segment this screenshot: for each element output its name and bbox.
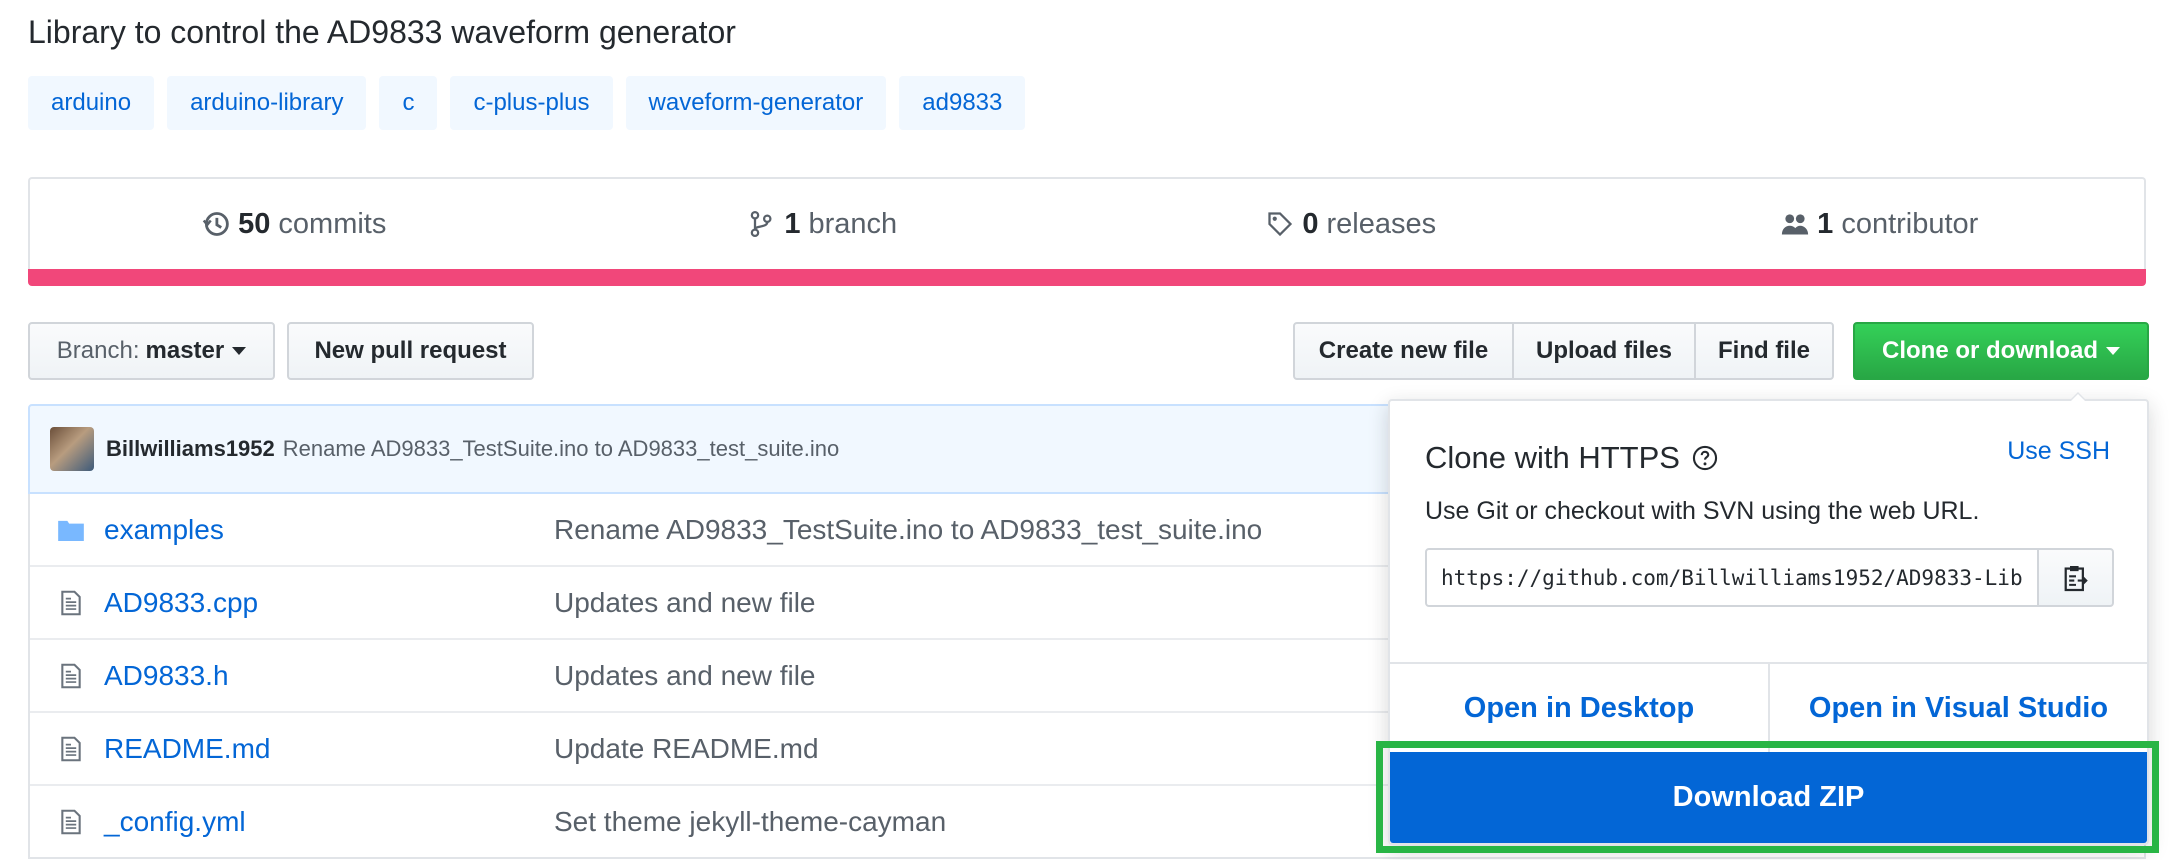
file-icon (50, 809, 92, 835)
clone-help-text: Use Git or checkout with SVN using the w… (1425, 497, 1980, 525)
commit-message[interactable]: Rename AD9833_TestSuite.ino to AD9833_te… (283, 436, 840, 462)
open-in-visual-studio-button[interactable]: Open in Visual Studio (1770, 664, 2147, 752)
topic-tag[interactable]: waveform-generator (625, 76, 887, 130)
topic-tag[interactable]: arduino-library (167, 76, 367, 130)
contributors-count: 1 (1817, 207, 1834, 240)
repo-description: Library to control the AD9833 waveform g… (28, 14, 736, 50)
clone-or-download-label: Clone or download (1882, 337, 2098, 364)
copy-to-clipboard-button[interactable] (2037, 548, 2114, 607)
clone-url-group (1425, 548, 2114, 607)
file-name-link[interactable]: _config.yml (104, 806, 554, 838)
contributors-label: contributor (1841, 207, 1979, 240)
commit-message-link[interactable]: Set theme jekyll-theme-cayman (554, 806, 946, 838)
topic-tag[interactable]: c (379, 76, 438, 130)
tag-icon (1268, 212, 1293, 237)
topic-tag[interactable]: ad9833 (899, 76, 1026, 130)
avatar[interactable] (50, 427, 94, 471)
commits-label: commits (278, 207, 387, 240)
file-icon (50, 663, 92, 689)
caret-down-icon (232, 347, 247, 355)
file-name-link[interactable]: README.md (104, 733, 554, 765)
people-icon (1782, 214, 1809, 235)
folder-icon (50, 519, 92, 541)
topic-tag[interactable]: c-plus-plus (450, 76, 613, 130)
commits-link[interactable]: 50 commits (30, 179, 559, 269)
language-bar[interactable] (28, 269, 2146, 286)
branches-count: 1 (784, 207, 801, 240)
branches-label: branch (808, 207, 898, 240)
clone-url-input[interactable] (1425, 548, 2039, 607)
new-pull-request-button[interactable]: New pull request (287, 322, 534, 380)
branch-prefix: Branch: (56, 337, 140, 364)
branch-name: master (145, 337, 225, 364)
file-name-link[interactable]: AD9833.h (104, 660, 554, 692)
topic-list: arduino arduino-library c c-plus-plus wa… (28, 76, 1026, 130)
clone-or-download-button[interactable]: Clone or download (1853, 322, 2149, 380)
clone-title: Clone with HTTPS (1425, 440, 1718, 476)
branches-link[interactable]: 1 branch (559, 179, 1088, 269)
topic-tag[interactable]: arduino (28, 76, 155, 130)
numbers-summary: 50 commits 1 branch 0 releases 1 contrib… (28, 177, 2146, 269)
question-icon[interactable] (1692, 445, 1718, 471)
create-new-file-button[interactable]: Create new file (1293, 322, 1514, 380)
commit-message-link[interactable]: Rename AD9833_TestSuite.ino to AD9833_te… (554, 514, 1262, 546)
upload-files-button[interactable]: Upload files (1512, 322, 1696, 380)
contributors-link[interactable]: 1 contributor (1616, 179, 2145, 269)
git-branch-icon (751, 210, 772, 238)
history-icon (202, 212, 229, 236)
branch-select-button[interactable]: Branch: master (28, 322, 275, 380)
file-icon (50, 736, 92, 762)
commit-message-link[interactable]: Update README.md (554, 733, 819, 765)
file-icon (50, 590, 92, 616)
commit-message-link[interactable]: Updates and new file (554, 660, 816, 692)
caret-down-icon (2106, 347, 2120, 355)
releases-link[interactable]: 0 releases (1087, 179, 1616, 269)
use-ssh-link[interactable]: Use SSH (2007, 437, 2110, 466)
clone-title-text: Clone with HTTPS (1425, 440, 1680, 475)
file-name-link[interactable]: examples (104, 514, 554, 546)
open-in-desktop-button[interactable]: Open in Desktop (1390, 664, 1768, 752)
clipboard-icon (2064, 565, 2088, 591)
commit-author[interactable]: Billwilliams1952 (106, 436, 275, 462)
file-name-link[interactable]: AD9833.cpp (104, 587, 554, 619)
commit-message-link[interactable]: Updates and new file (554, 587, 816, 619)
releases-count: 0 (1302, 207, 1319, 240)
find-file-button[interactable]: Find file (1694, 322, 1834, 380)
releases-label: releases (1326, 207, 1437, 240)
file-navigation: Create new file Upload files Find file (1293, 322, 1834, 380)
highlight-outline (1376, 741, 2159, 853)
commits-count: 50 (238, 207, 271, 240)
